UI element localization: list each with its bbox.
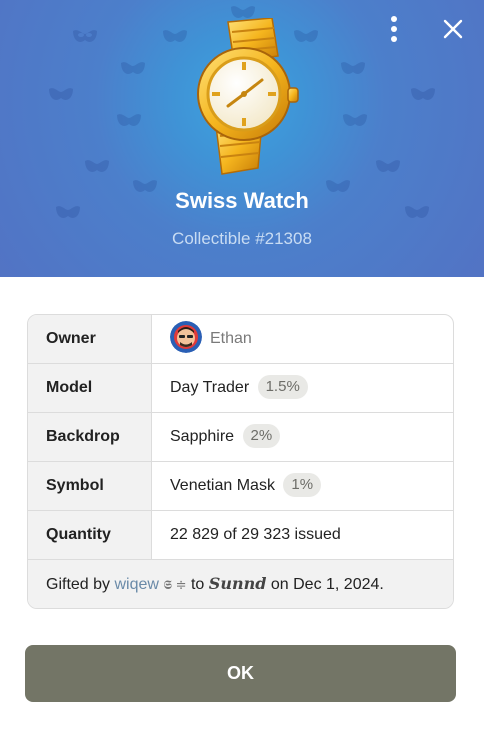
venetian-mask-icon <box>341 62 365 74</box>
table-row-quantity: Quantity 22 829 of 29 323 issued <box>28 511 453 560</box>
venetian-mask-icon <box>117 114 141 126</box>
owner-label: Owner <box>28 315 152 363</box>
venetian-mask-icon <box>411 88 435 100</box>
owner-name: Ethan <box>210 330 252 347</box>
collectible-number: Collectible #21308 <box>172 229 312 248</box>
venetian-mask-icon <box>343 114 367 126</box>
quantity-value: 22 829 of 29 323 issued <box>170 526 341 543</box>
table-row-backdrop: Backdrop Sapphire 2% <box>28 413 453 462</box>
venetian-mask-icon <box>73 30 97 42</box>
gift-note: Gifted by wiqew 𝕾 ≑ to Sunnd on Dec 1, 2… <box>28 560 453 608</box>
model-rarity-badge: 1.5% <box>257 375 308 399</box>
more-vertical-icon-dot <box>391 36 397 42</box>
symbol-rarity-badge: 1% <box>283 473 322 497</box>
venetian-mask-icon <box>49 88 73 100</box>
backdrop-label: Backdrop <box>28 413 152 461</box>
model-value: Day Trader 1.5% <box>152 364 453 412</box>
table-row-symbol: Symbol Venetian Mask 1% <box>28 462 453 511</box>
model-label: Model <box>28 364 152 412</box>
backdrop-rarity-badge: 2% <box>242 424 281 448</box>
more-vertical-icon <box>391 16 397 22</box>
table-row-model: Model Day Trader 1.5% <box>28 364 453 413</box>
backdrop-value: Sapphire 2% <box>152 413 453 461</box>
sender-link[interactable]: wiqew <box>114 576 158 593</box>
close-button[interactable] <box>440 16 466 42</box>
venetian-mask-icon <box>85 160 109 172</box>
swiss-watch-image <box>197 18 299 175</box>
close-icon <box>443 19 463 39</box>
model-name: Day Trader <box>170 379 250 396</box>
gift-title: Swiss Watch <box>175 188 309 213</box>
gift-date: on Dec 1, 2024. <box>270 576 384 593</box>
avatar[interactable] <box>170 320 202 353</box>
to-text: to <box>190 576 205 593</box>
sender-emoji: 𝕾 ≑ <box>163 577 187 592</box>
owner-value[interactable]: Ethan <box>152 315 453 363</box>
symbol-name: Venetian Mask <box>170 477 275 494</box>
symbol-value: Venetian Mask 1% <box>152 462 453 510</box>
gifted-by-text: Gifted by <box>46 576 111 593</box>
venetian-mask-icon <box>376 160 400 172</box>
more-vertical-icon-dot <box>391 26 397 32</box>
quantity-label: Quantity <box>28 511 152 559</box>
gift-info-table: Owner Ethan Model Day Trader 1.5% Backdr… <box>27 314 454 609</box>
ok-button[interactable]: OK <box>25 645 456 702</box>
gift-header: Swiss Watch Collectible #21308 <box>0 0 484 277</box>
avatar-image <box>170 320 202 353</box>
recipient-name[interactable]: Sunnd <box>209 574 267 593</box>
more-menu-button[interactable] <box>382 14 406 44</box>
table-row-owner: Owner Ethan <box>28 315 453 364</box>
venetian-mask-icon <box>121 62 145 74</box>
backdrop-name: Sapphire <box>170 428 235 445</box>
symbol-label: Symbol <box>28 462 152 510</box>
